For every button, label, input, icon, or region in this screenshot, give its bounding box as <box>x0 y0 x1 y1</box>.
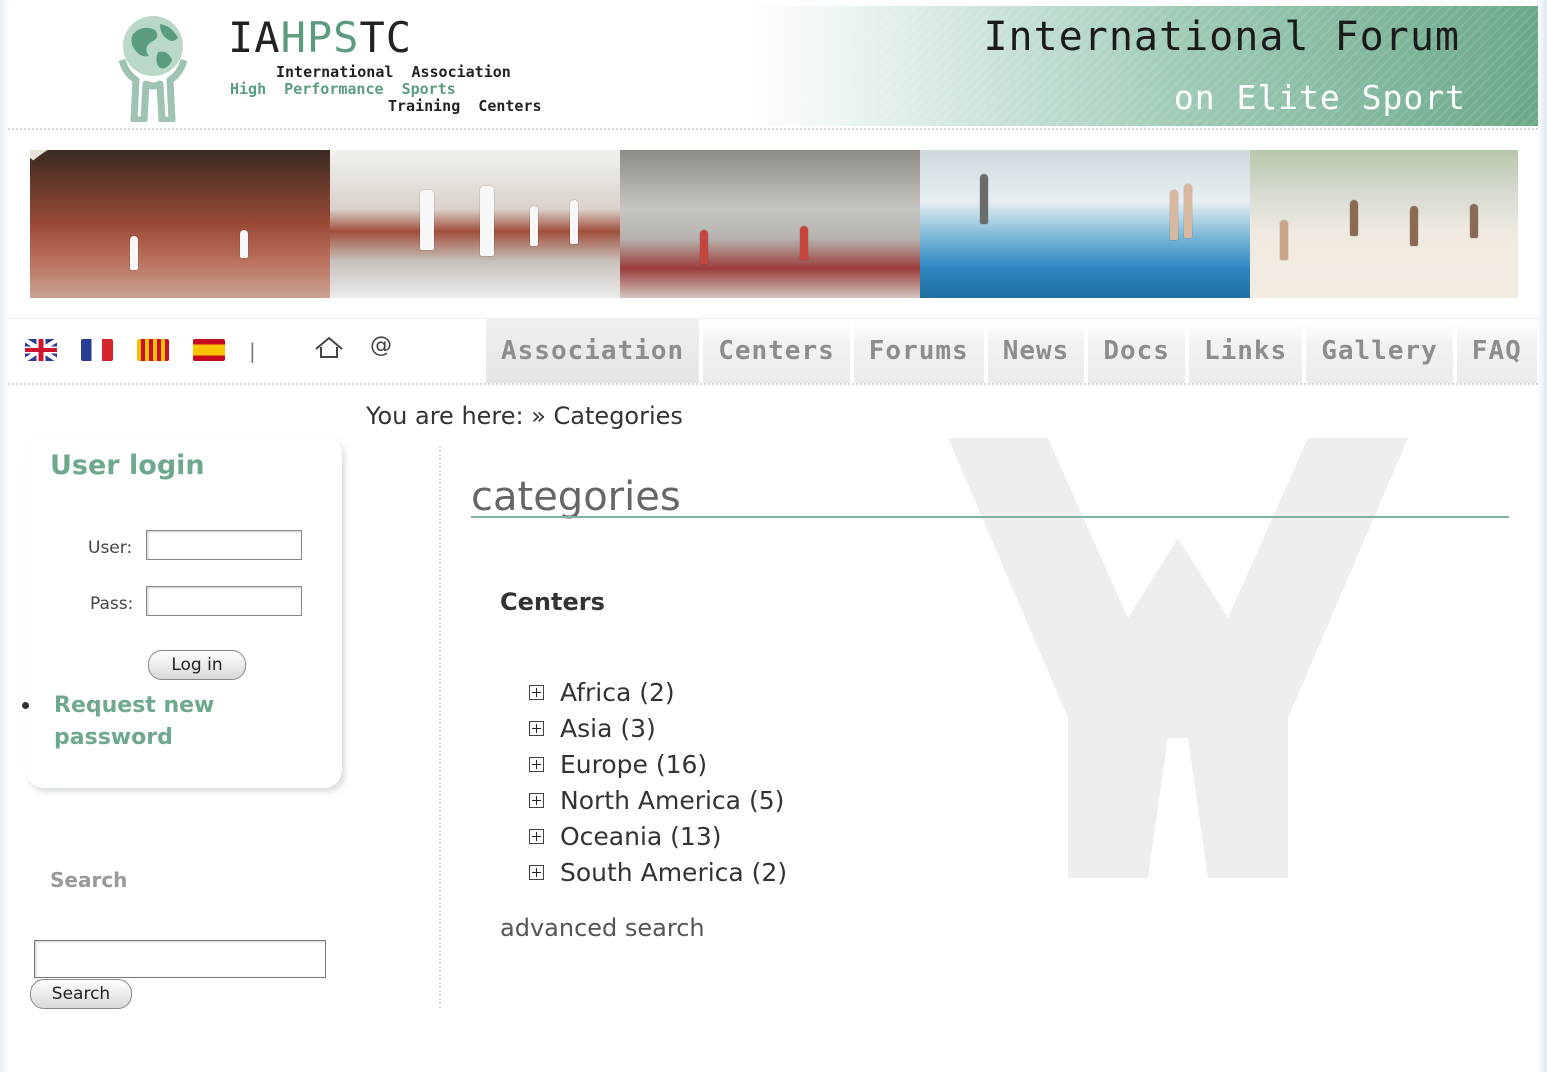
tab-links[interactable]: Links <box>1188 319 1303 383</box>
brand-sub-line3: Training Centers <box>388 97 542 115</box>
watermark-logo-icon <box>948 438 1408 878</box>
forum-title: International Forum <box>983 14 1460 60</box>
list-item[interactable]: Asia (3) <box>529 710 787 746</box>
section-heading-centers: Centers <box>500 588 605 616</box>
category-tree: Africa (2) Asia (3) Europe (16) North Am… <box>529 674 787 890</box>
page-title: categories <box>471 474 681 520</box>
pass-label: Pass: <box>90 594 134 614</box>
username-field[interactable] <box>146 530 302 560</box>
spain-flag-icon[interactable] <box>193 339 225 361</box>
list-item[interactable]: North America (5) <box>529 782 787 818</box>
nav-tabs: Association Centers Forums News Docs Lin… <box>486 319 1541 383</box>
expand-plus-icon[interactable] <box>529 684 544 700</box>
password-field[interactable] <box>146 586 302 616</box>
advanced-search-link[interactable]: advanced search <box>500 914 705 942</box>
page: IAHPSTC International Association High P… <box>8 6 1538 1072</box>
catalonia-flag-icon[interactable] <box>137 339 169 361</box>
breadcrumb: You are here: » Categories <box>366 402 683 430</box>
tab-faq[interactable]: FAQ <box>1456 319 1537 383</box>
expand-plus-icon[interactable] <box>529 720 544 736</box>
tab-forums[interactable]: Forums <box>853 319 984 383</box>
home-icon[interactable] <box>312 333 346 363</box>
site-header: IAHPSTC International Association High P… <box>8 6 1538 130</box>
nav-separator: | <box>249 339 256 363</box>
category-label[interactable]: Africa (2) <box>560 678 675 707</box>
banner-beach-volley-photo <box>1250 150 1518 298</box>
uk-flag-icon[interactable] <box>25 339 57 361</box>
category-label[interactable]: North America (5) <box>560 786 784 815</box>
brand-title: IAHPSTC <box>228 13 413 62</box>
expand-plus-icon[interactable] <box>529 828 544 844</box>
search-block-title: Search <box>50 868 128 892</box>
category-label[interactable]: Oceania (13) <box>560 822 722 851</box>
tab-news[interactable]: News <box>987 319 1085 383</box>
brand-sub-line2: High Performance Sports <box>230 80 456 98</box>
list-bullet-icon <box>22 702 29 709</box>
tab-docs[interactable]: Docs <box>1088 319 1185 383</box>
user-label: User: <box>88 538 133 558</box>
banner-fencing-photo <box>330 150 620 298</box>
banner-pool-photo <box>920 150 1250 298</box>
email-contact-icon[interactable]: @ <box>370 333 392 358</box>
category-label[interactable]: Europe (16) <box>560 750 707 779</box>
forum-subtitle: on Elite Sport <box>1173 78 1466 117</box>
main-nav-bar: | @ Association Centers Forums News Docs… <box>8 318 1538 385</box>
login-title: User login <box>50 450 205 481</box>
list-item[interactable]: Oceania (13) <box>529 818 787 854</box>
search-input[interactable] <box>34 940 326 978</box>
brand-sub-line1: International Association <box>276 63 511 81</box>
sports-banner-image <box>30 150 1518 298</box>
request-new-password-link[interactable]: Request new password <box>54 690 254 754</box>
tab-centers[interactable]: Centers <box>703 319 850 383</box>
login-button[interactable]: Log in <box>148 650 246 680</box>
banner-gym-photo <box>620 150 920 298</box>
list-item[interactable]: Europe (16) <box>529 746 787 782</box>
tab-association[interactable]: Association <box>486 319 700 383</box>
category-label[interactable]: Asia (3) <box>560 714 656 743</box>
user-login-block: User login User: Pass: Log in Request ne… <box>22 436 342 788</box>
search-button[interactable]: Search <box>30 979 132 1009</box>
expand-plus-icon[interactable] <box>529 792 544 808</box>
expand-plus-icon[interactable] <box>529 756 544 772</box>
title-underline <box>471 516 1509 518</box>
tab-gallery[interactable]: Gallery <box>1306 319 1453 383</box>
column-divider <box>439 446 441 1008</box>
globe-logo-icon[interactable] <box>108 14 198 122</box>
category-label[interactable]: South America (2) <box>560 858 787 887</box>
list-item[interactable]: Africa (2) <box>529 674 787 710</box>
banner-tennis-photo <box>30 150 330 298</box>
expand-plus-icon[interactable] <box>529 864 544 880</box>
france-flag-icon[interactable] <box>81 339 113 361</box>
list-item[interactable]: South America (2) <box>529 854 787 890</box>
